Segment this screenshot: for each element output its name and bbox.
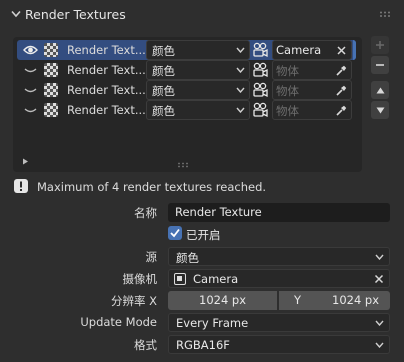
name-field-value: Render Texture bbox=[175, 205, 262, 219]
source-label: 源 bbox=[145, 250, 158, 264]
resolution-y-value: 1024 px bbox=[332, 293, 380, 307]
info-icon bbox=[14, 179, 28, 193]
eyedropper-icon[interactable] bbox=[335, 85, 347, 97]
source-select[interactable]: 颜色 bbox=[146, 80, 250, 100]
object-field[interactable]: 物体 bbox=[272, 60, 352, 80]
resolution-y-label: Y bbox=[294, 293, 302, 307]
warning-text: Maximum of 4 render textures reached. bbox=[37, 180, 267, 194]
add-button[interactable] bbox=[371, 36, 389, 54]
enabled-label[interactable]: 已开启 bbox=[186, 227, 221, 243]
eye-closed-icon[interactable] bbox=[23, 83, 38, 97]
source-select-value: 颜色 bbox=[152, 44, 175, 58]
name-field[interactable]: Render Texture bbox=[168, 203, 390, 222]
enabled-checkbox[interactable] bbox=[168, 226, 182, 240]
object-field-placeholder: 物体 bbox=[276, 84, 299, 98]
list-item-name[interactable]: Render Text... bbox=[67, 103, 147, 117]
triangle-down-icon bbox=[376, 107, 384, 113]
object-field-value: Camera bbox=[276, 43, 322, 57]
panel-title: Render Textures bbox=[25, 7, 126, 22]
list-item[interactable]: Render Text... 颜色 Camera bbox=[17, 40, 356, 60]
object-field[interactable]: 物体 bbox=[272, 80, 352, 100]
camera-icon bbox=[252, 102, 269, 118]
expand-list-icon[interactable] bbox=[22, 158, 29, 165]
eye-open-icon[interactable] bbox=[23, 43, 38, 57]
eye-closed-icon[interactable] bbox=[23, 63, 38, 77]
source-dropdown[interactable]: 颜色 bbox=[168, 247, 390, 266]
source-select-value: 颜色 bbox=[152, 64, 175, 78]
move-down-button[interactable] bbox=[371, 101, 389, 119]
resolution-x-value: 1024 px bbox=[199, 293, 247, 307]
drag-grip-icon[interactable] bbox=[379, 11, 391, 20]
render-textures-list[interactable]: Render Text... 颜色 Camera Render Text... … bbox=[13, 37, 362, 172]
resolution-label: 分辨率 X bbox=[110, 294, 157, 308]
object-field-placeholder: 物体 bbox=[276, 64, 299, 78]
list-item[interactable]: Render Text... 颜色 物体 bbox=[17, 60, 356, 80]
list-item-name[interactable]: Render Text... bbox=[67, 83, 147, 97]
format-value: RGBA16F bbox=[176, 338, 230, 352]
object-field-placeholder: 物体 bbox=[276, 104, 299, 118]
chevron-down-icon bbox=[375, 320, 384, 326]
camera-icon bbox=[252, 82, 269, 98]
chevron-down-icon bbox=[236, 67, 245, 73]
clear-icon[interactable] bbox=[336, 45, 347, 56]
update-mode-value: Every Frame bbox=[176, 316, 249, 330]
object-field[interactable]: Camera bbox=[272, 40, 352, 60]
checker-texture-icon bbox=[44, 83, 58, 97]
checker-texture-icon bbox=[44, 63, 58, 77]
camera-label: 摄像机 bbox=[122, 272, 158, 286]
resize-grip-icon[interactable] bbox=[177, 162, 189, 168]
camera-icon bbox=[252, 42, 269, 58]
minus-icon bbox=[376, 64, 384, 66]
plus-icon bbox=[376, 41, 384, 49]
list-item-name[interactable]: Render Text... bbox=[67, 43, 147, 57]
list-item-name[interactable]: Render Text... bbox=[67, 63, 147, 77]
checkmark-icon bbox=[170, 228, 180, 238]
chevron-down-icon bbox=[236, 107, 245, 113]
eye-closed-icon[interactable] bbox=[23, 103, 38, 117]
selection-accent bbox=[353, 40, 356, 60]
source-select[interactable]: 颜色 bbox=[146, 40, 250, 60]
panel-header[interactable]: Render Textures bbox=[0, 0, 404, 30]
chevron-down-icon[interactable] bbox=[11, 10, 21, 18]
update-mode-label: Update Mode bbox=[80, 315, 157, 329]
chevron-down-icon bbox=[236, 87, 245, 93]
name-label: 名称 bbox=[134, 206, 157, 220]
checker-texture-icon bbox=[44, 43, 58, 57]
triangle-up-icon bbox=[376, 87, 384, 93]
eyedropper-icon[interactable] bbox=[335, 65, 347, 77]
chevron-down-icon bbox=[375, 342, 384, 348]
source-select[interactable]: 颜色 bbox=[146, 60, 250, 80]
remove-button[interactable] bbox=[371, 56, 389, 74]
list-item[interactable]: Render Text... 颜色 物体 bbox=[17, 80, 356, 100]
camera-field[interactable]: Camera bbox=[168, 269, 390, 288]
resolution-y-field[interactable]: Y 1024 px bbox=[279, 291, 390, 310]
list-item[interactable]: Render Text... 颜色 物体 bbox=[17, 100, 356, 120]
source-select-value: 颜色 bbox=[152, 84, 175, 98]
camera-field-value: Camera bbox=[193, 272, 239, 286]
update-mode-dropdown[interactable]: Every Frame bbox=[168, 313, 390, 332]
camera-icon bbox=[252, 62, 269, 78]
source-select[interactable]: 颜色 bbox=[146, 100, 250, 120]
object-field[interactable]: 物体 bbox=[272, 100, 352, 120]
source-dropdown-value: 颜色 bbox=[176, 251, 199, 265]
resolution-x-field[interactable]: 1024 px bbox=[168, 291, 277, 310]
source-select-value: 颜色 bbox=[152, 104, 175, 118]
eyedropper-icon[interactable] bbox=[335, 105, 347, 117]
checker-texture-icon bbox=[44, 103, 58, 117]
format-label: 格式 bbox=[134, 338, 157, 352]
move-up-button[interactable] bbox=[371, 81, 389, 99]
camera-object-icon bbox=[174, 273, 186, 285]
clear-icon[interactable] bbox=[374, 274, 384, 284]
chevron-down-icon bbox=[375, 254, 384, 260]
chevron-down-icon bbox=[236, 47, 245, 53]
format-dropdown[interactable]: RGBA16F bbox=[168, 335, 390, 354]
